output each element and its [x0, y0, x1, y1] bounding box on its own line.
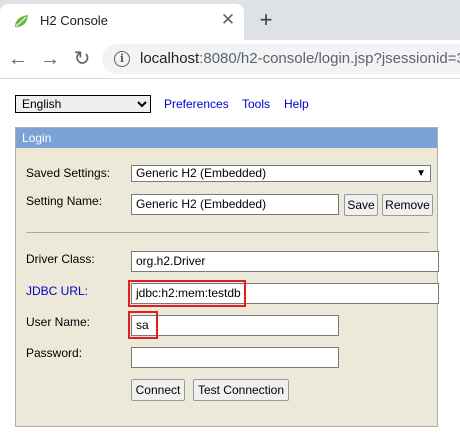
jdbc-url-label[interactable]: JDBC URL: — [26, 284, 88, 298]
driver-class-label: Driver Class: — [26, 252, 95, 266]
setting-name-input[interactable]: Generic H2 (Embedded) — [131, 194, 339, 215]
url-path: :8080/h2-console/login.jsp?jsessionid=3c… — [199, 50, 460, 67]
back-arrow-icon[interactable]: ← — [4, 45, 32, 73]
tools-link[interactable]: Tools — [242, 97, 270, 111]
login-panel: Login Saved Settings: Generic H2 (Embedd… — [15, 127, 439, 427]
address-url[interactable]: localhost:8080/h2-console/login.jsp?jses… — [140, 50, 460, 67]
setting-name-label: Setting Name: — [26, 194, 103, 208]
url-host: localhost — [140, 50, 200, 67]
saved-settings-select[interactable]: Generic H2 (Embedded) ▼ — [131, 165, 431, 182]
forward-arrow-icon[interactable]: → — [36, 45, 64, 73]
tab-title: H2 Console — [40, 13, 108, 28]
remove-button[interactable]: Remove — [382, 194, 433, 216]
connect-button[interactable]: Connect — [131, 379, 185, 401]
save-button[interactable]: Save — [344, 194, 378, 216]
preferences-link[interactable]: Preferences — [164, 97, 229, 111]
user-name-highlight — [128, 311, 158, 339]
help-link[interactable]: Help — [284, 97, 309, 111]
divider — [26, 232, 429, 233]
new-tab-icon[interactable]: + — [254, 6, 278, 34]
test-connection-button[interactable]: Test Connection — [193, 379, 289, 401]
page-content: English Preferences Tools Help Login Sav… — [0, 79, 460, 433]
browser-tab-bar: H2 Console ✕ + — [0, 0, 460, 40]
password-label: Password: — [26, 346, 83, 360]
chevron-down-icon: ▼ — [416, 168, 426, 179]
login-header: Login — [16, 128, 437, 148]
driver-class-input[interactable]: org.h2.Driver — [131, 251, 439, 272]
reload-icon[interactable]: ↻ — [68, 45, 96, 73]
browser-nav-bar: ← → ↻ i localhost:8080/h2-console/login.… — [0, 40, 460, 79]
saved-settings-label: Saved Settings: — [26, 166, 111, 180]
jdbc-url-highlight — [128, 280, 246, 307]
close-tab-icon[interactable]: ✕ — [217, 9, 239, 31]
saved-settings-value: Generic H2 (Embedded) — [136, 166, 267, 180]
password-input[interactable] — [131, 347, 339, 368]
spring-leaf-icon — [15, 15, 28, 27]
site-info-icon[interactable]: i — [114, 51, 130, 67]
user-name-label: User Name: — [26, 315, 91, 329]
language-select[interactable]: English — [15, 95, 151, 113]
browser-tab[interactable]: H2 Console ✕ — [0, 4, 244, 40]
user-name-input[interactable]: sa — [131, 315, 339, 336]
address-bar[interactable]: i localhost:8080/h2-console/login.jsp?js… — [102, 44, 460, 74]
